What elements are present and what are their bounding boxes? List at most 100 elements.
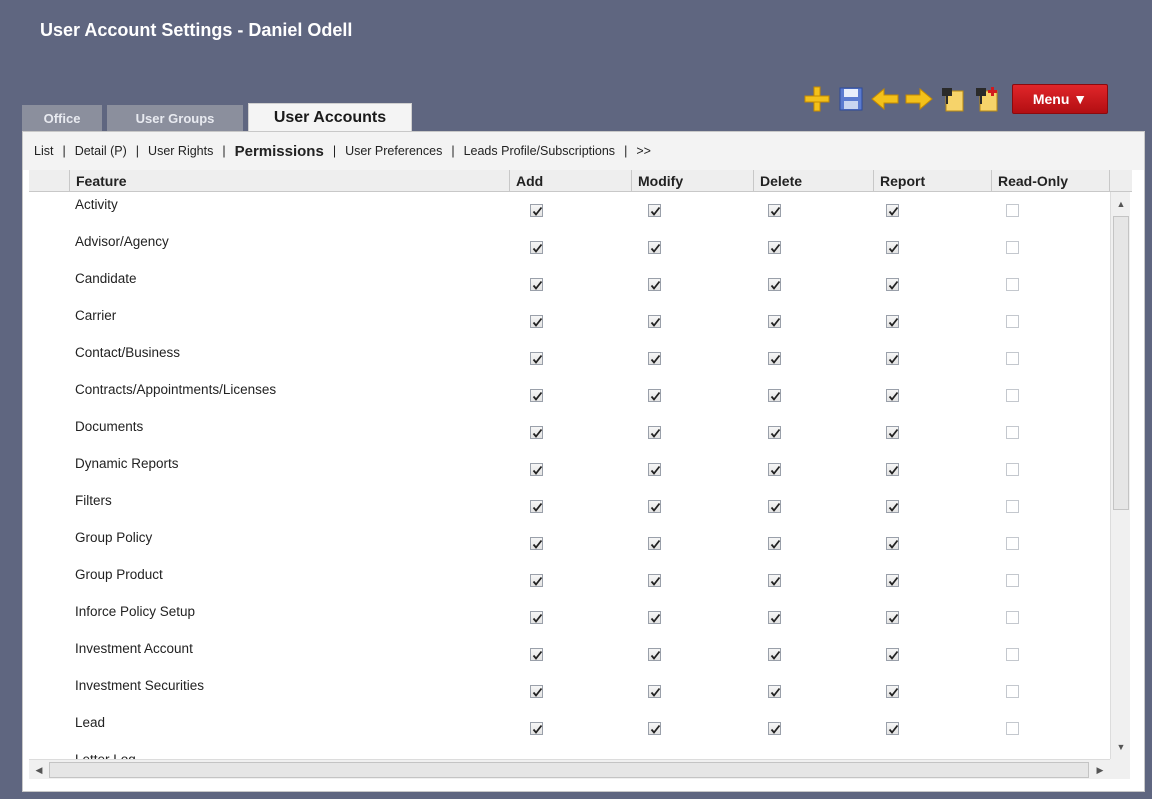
- col-header-delete[interactable]: Delete: [753, 170, 869, 192]
- delete-checkbox[interactable]: [768, 537, 781, 550]
- add-icon[interactable]: [800, 82, 834, 116]
- modify-checkbox[interactable]: [648, 722, 661, 735]
- delete-checkbox[interactable]: [768, 500, 781, 513]
- add-checkbox[interactable]: [530, 611, 543, 624]
- read-only-checkbox[interactable]: [1006, 463, 1019, 476]
- col-header-feature[interactable]: Feature: [69, 170, 509, 192]
- scroll-left-icon[interactable]: ◀: [29, 760, 49, 780]
- forward-arrow-icon[interactable]: [902, 82, 936, 116]
- read-only-checkbox[interactable]: [1006, 389, 1019, 402]
- add-checkbox[interactable]: [530, 722, 543, 735]
- report-checkbox[interactable]: [886, 426, 899, 439]
- modify-checkbox[interactable]: [648, 648, 661, 661]
- subnav-user-rights[interactable]: User Rights: [148, 144, 213, 158]
- report-checkbox[interactable]: [886, 463, 899, 476]
- modify-checkbox[interactable]: [648, 574, 661, 587]
- modify-checkbox[interactable]: [648, 611, 661, 624]
- report-checkbox[interactable]: [886, 352, 899, 365]
- col-header-add[interactable]: Add: [509, 170, 625, 192]
- report-checkbox[interactable]: [886, 685, 899, 698]
- scroll-down-icon[interactable]: ▼: [1111, 737, 1131, 757]
- horizontal-scrollbar[interactable]: ◀ ▶: [29, 759, 1110, 779]
- delete-checkbox[interactable]: [768, 574, 781, 587]
- modify-checkbox[interactable]: [648, 352, 661, 365]
- report-checkbox[interactable]: [886, 278, 899, 291]
- delete-checkbox[interactable]: [768, 278, 781, 291]
- modify-checkbox[interactable]: [648, 389, 661, 402]
- back-arrow-icon[interactable]: [868, 82, 902, 116]
- read-only-checkbox[interactable]: [1006, 685, 1019, 698]
- delete-checkbox[interactable]: [768, 204, 781, 217]
- report-checkbox[interactable]: [886, 611, 899, 624]
- delete-checkbox[interactable]: [768, 463, 781, 476]
- pin-document-icon[interactable]: [936, 82, 970, 116]
- horizontal-scroll-thumb[interactable]: [49, 762, 1089, 778]
- add-checkbox[interactable]: [530, 204, 543, 217]
- add-checkbox[interactable]: [530, 389, 543, 402]
- add-checkbox[interactable]: [530, 500, 543, 513]
- add-checkbox[interactable]: [530, 537, 543, 550]
- read-only-checkbox[interactable]: [1006, 278, 1019, 291]
- modify-checkbox[interactable]: [648, 204, 661, 217]
- report-checkbox[interactable]: [886, 722, 899, 735]
- modify-checkbox[interactable]: [648, 500, 661, 513]
- modify-checkbox[interactable]: [648, 685, 661, 698]
- report-checkbox[interactable]: [886, 389, 899, 402]
- read-only-checkbox[interactable]: [1006, 722, 1019, 735]
- delete-checkbox[interactable]: [768, 685, 781, 698]
- read-only-checkbox[interactable]: [1006, 574, 1019, 587]
- add-checkbox[interactable]: [530, 278, 543, 291]
- vertical-scroll-thumb[interactable]: [1113, 216, 1129, 510]
- tab-office[interactable]: Office: [22, 105, 102, 131]
- delete-checkbox[interactable]: [768, 389, 781, 402]
- modify-checkbox[interactable]: [648, 241, 661, 254]
- report-checkbox[interactable]: [886, 315, 899, 328]
- add-checkbox[interactable]: [530, 426, 543, 439]
- read-only-checkbox[interactable]: [1006, 315, 1019, 328]
- delete-checkbox[interactable]: [768, 648, 781, 661]
- tab-user-groups[interactable]: User Groups: [107, 105, 243, 131]
- vertical-scrollbar[interactable]: ▲ ▼: [1110, 192, 1130, 759]
- delete-checkbox[interactable]: [768, 722, 781, 735]
- report-checkbox[interactable]: [886, 574, 899, 587]
- tab-user-accounts[interactable]: User Accounts: [248, 103, 412, 131]
- read-only-checkbox[interactable]: [1006, 500, 1019, 513]
- subnav-permissions[interactable]: Permissions: [235, 143, 324, 160]
- add-checkbox[interactable]: [530, 463, 543, 476]
- read-only-checkbox[interactable]: [1006, 241, 1019, 254]
- add-checkbox[interactable]: [530, 685, 543, 698]
- report-checkbox[interactable]: [886, 648, 899, 661]
- delete-checkbox[interactable]: [768, 611, 781, 624]
- modify-checkbox[interactable]: [648, 463, 661, 476]
- delete-checkbox[interactable]: [768, 315, 781, 328]
- col-header-read-only[interactable]: Read-Only: [991, 170, 1109, 192]
- modify-checkbox[interactable]: [648, 315, 661, 328]
- read-only-checkbox[interactable]: [1006, 426, 1019, 439]
- scroll-up-icon[interactable]: ▲: [1111, 194, 1131, 214]
- add-checkbox[interactable]: [530, 241, 543, 254]
- read-only-checkbox[interactable]: [1006, 204, 1019, 217]
- add-checkbox[interactable]: [530, 648, 543, 661]
- report-checkbox[interactable]: [886, 500, 899, 513]
- read-only-checkbox[interactable]: [1006, 537, 1019, 550]
- menu-button[interactable]: Menu ▼: [1012, 84, 1108, 114]
- col-header-modify[interactable]: Modify: [631, 170, 747, 192]
- read-only-checkbox[interactable]: [1006, 611, 1019, 624]
- subnav-more[interactable]: >>: [636, 144, 651, 158]
- delete-checkbox[interactable]: [768, 352, 781, 365]
- add-checkbox[interactable]: [530, 574, 543, 587]
- col-header-report[interactable]: Report: [873, 170, 989, 192]
- subnav-detail[interactable]: Detail (P): [75, 144, 127, 158]
- add-checkbox[interactable]: [530, 315, 543, 328]
- report-checkbox[interactable]: [886, 241, 899, 254]
- pin-new-document-icon[interactable]: [970, 82, 1004, 116]
- modify-checkbox[interactable]: [648, 426, 661, 439]
- report-checkbox[interactable]: [886, 204, 899, 217]
- report-checkbox[interactable]: [886, 537, 899, 550]
- subnav-list[interactable]: List: [34, 144, 53, 158]
- modify-checkbox[interactable]: [648, 537, 661, 550]
- delete-checkbox[interactable]: [768, 241, 781, 254]
- delete-checkbox[interactable]: [768, 426, 781, 439]
- add-checkbox[interactable]: [530, 352, 543, 365]
- subnav-user-preferences[interactable]: User Preferences: [345, 144, 442, 158]
